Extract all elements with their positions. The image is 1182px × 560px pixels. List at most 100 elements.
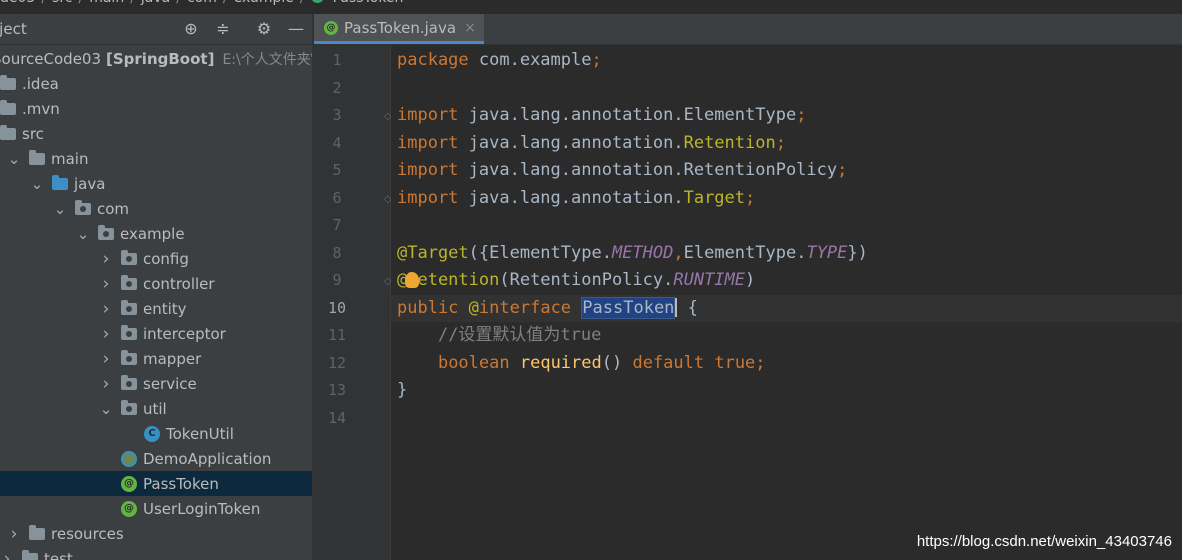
tree-item-label: TokenUtil (166, 424, 234, 443)
code-line[interactable]: //设置默认值为true (397, 322, 601, 349)
code-line[interactable]: package com.example; (397, 47, 602, 74)
tree-item-label: com (97, 199, 130, 218)
package-icon (121, 274, 137, 290)
breadcrumb-separator: / (300, 0, 305, 6)
code-line[interactable]: } (397, 377, 407, 404)
code-line[interactable]: import java.lang.annotation.Target; (397, 185, 755, 212)
tree-item-main[interactable]: ⌄ main (0, 146, 312, 171)
breadcrumb-item[interactable]: src (52, 0, 72, 6)
folder-icon (0, 99, 16, 115)
tree-item-mvn[interactable]: .mvn (0, 96, 312, 121)
line-number: 5 (332, 161, 342, 179)
tree-item-config[interactable]: › config (0, 246, 312, 271)
line-number: 4 (332, 133, 342, 152)
code-line[interactable]: public @interface PassToken { (397, 295, 698, 322)
tree-item-service[interactable]: › service (0, 371, 312, 396)
tree-item-idea[interactable]: .idea (0, 71, 312, 96)
breadcrumb-item[interactable]: com (187, 0, 217, 6)
code-line[interactable]: @Retention(RetentionPolicy.RUNTIME) (397, 267, 755, 294)
folder-icon (29, 149, 45, 165)
breadcrumb-item[interactable]: main (89, 0, 124, 6)
package-icon (121, 299, 137, 315)
tree-item-label: test (44, 549, 73, 560)
tree-item-label: PassToken (143, 474, 219, 493)
breadcrumb-separator: / (79, 0, 84, 6)
tree-item-sourcecode03[interactable]: SourceCode03 [SpringBoot] E:\个人文件夹\ (0, 46, 312, 71)
crosshair-icon[interactable]: ⊕ (182, 20, 200, 38)
project-panel-title[interactable]: oject (0, 20, 27, 38)
line-number: 14 (327, 408, 347, 427)
tree-item-com[interactable]: ⌄ com (0, 196, 312, 221)
chevron-down-icon[interactable]: ⌄ (99, 400, 113, 418)
chevron-down-icon[interactable]: ⌄ (7, 150, 21, 168)
tree-item-label: service (143, 374, 197, 393)
breadcrumb-separator: / (223, 0, 228, 6)
code-line[interactable]: boolean required() default true; (397, 350, 766, 377)
line-number-gutter[interactable]: 1 2 3 ◇ 4 5 6 ◇ 7 8 9 ◇ 10 11 12 13 14 (314, 45, 392, 560)
line-number: 9 (332, 271, 342, 289)
breadcrumb-item[interactable]: java (141, 0, 170, 6)
tree-item-label: .idea (22, 74, 59, 93)
close-icon[interactable]: × (464, 20, 476, 36)
line-number: 12 (327, 353, 347, 372)
breadcrumb-item[interactable]: example (234, 0, 294, 6)
code-line[interactable]: import java.lang.annotation.Retention; (397, 130, 786, 157)
tree-item-label: mapper (143, 349, 202, 368)
tree-item-example[interactable]: ⌄ example (0, 221, 312, 246)
line-number: 2 (332, 78, 342, 97)
tree-item-util[interactable]: ⌄ util (0, 396, 312, 421)
chevron-down-icon[interactable]: ⌄ (53, 200, 67, 218)
code-editor[interactable]: package com.example; import java.lang.ann… (391, 45, 1182, 560)
folder-icon (0, 74, 16, 90)
tree-item-tokenutil[interactable]: C TokenUtil (0, 421, 312, 446)
tab-passtoken-java[interactable]: @ PassToken.java × (314, 14, 484, 44)
tree-item-label: example (120, 224, 185, 243)
tree-item-demoapplication[interactable]: DemoApplication (0, 446, 312, 471)
code-line[interactable]: import java.lang.annotation.RetentionPol… (397, 157, 847, 184)
breadcrumb-item[interactable]: de03 (0, 0, 35, 6)
tree-item-controller[interactable]: › controller (0, 271, 312, 296)
chevron-right-icon[interactable]: › (99, 249, 113, 269)
collapse-icon[interactable]: ≑ (214, 20, 232, 38)
chevron-down-icon[interactable]: ⌄ (30, 175, 44, 193)
chevron-right-icon[interactable]: › (7, 524, 21, 544)
chevron-right-icon[interactable]: › (0, 549, 14, 560)
package-icon (121, 349, 137, 365)
chevron-right-icon[interactable]: › (99, 374, 113, 394)
tree-item-src[interactable]: src (0, 121, 312, 146)
project-type-tag: [SpringBoot] (106, 49, 215, 68)
watermark: https://blog.csdn.net/weixin_43403746 (916, 533, 1172, 550)
editor-tab-bar: @ PassToken.java × (314, 14, 1182, 45)
package-icon (121, 374, 137, 390)
tree-item-passtoken[interactable]: @ PassToken (0, 471, 312, 496)
tree-item-label: UserLoginToken (143, 499, 261, 518)
lightbulb-icon[interactable] (405, 272, 419, 288)
line-number: 13 (327, 381, 347, 399)
tree-item-resources[interactable]: › resources (0, 521, 312, 546)
chevron-right-icon[interactable]: › (99, 299, 113, 319)
tab-label: PassToken.java (344, 18, 457, 37)
line-number: 7 (332, 216, 342, 234)
chevron-right-icon[interactable]: › (99, 274, 113, 294)
tree-item-java[interactable]: ⌄ java (0, 171, 312, 196)
class-icon: C (144, 425, 160, 442)
gear-icon[interactable]: ⚙ (255, 20, 273, 38)
breadcrumb-separator: / (41, 0, 46, 6)
line-number: 8 (332, 243, 342, 262)
tree-item-interceptor[interactable]: › interceptor (0, 321, 312, 346)
tree-item-userlogintoken[interactable]: @ UserLoginToken (0, 496, 312, 521)
spring-app-icon (121, 450, 137, 467)
annotation-icon: @ (121, 475, 137, 492)
tree-item-test[interactable]: › test (0, 546, 312, 560)
minimize-icon[interactable]: — (287, 20, 305, 38)
tree-item-label: config (143, 249, 189, 268)
breadcrumb-item[interactable]: PassToken (333, 0, 404, 6)
chevron-right-icon[interactable]: › (99, 349, 113, 369)
chevron-right-icon[interactable]: › (99, 324, 113, 344)
code-line[interactable]: @Target({ElementType.METHOD,ElementType.… (397, 240, 868, 267)
code-line[interactable]: import java.lang.annotation.ElementType; (397, 102, 806, 129)
tree-item-mapper[interactable]: › mapper (0, 346, 312, 371)
tree-item-entity[interactable]: › entity (0, 296, 312, 321)
tree-item-label: interceptor (143, 324, 226, 343)
chevron-down-icon[interactable]: ⌄ (76, 225, 90, 243)
